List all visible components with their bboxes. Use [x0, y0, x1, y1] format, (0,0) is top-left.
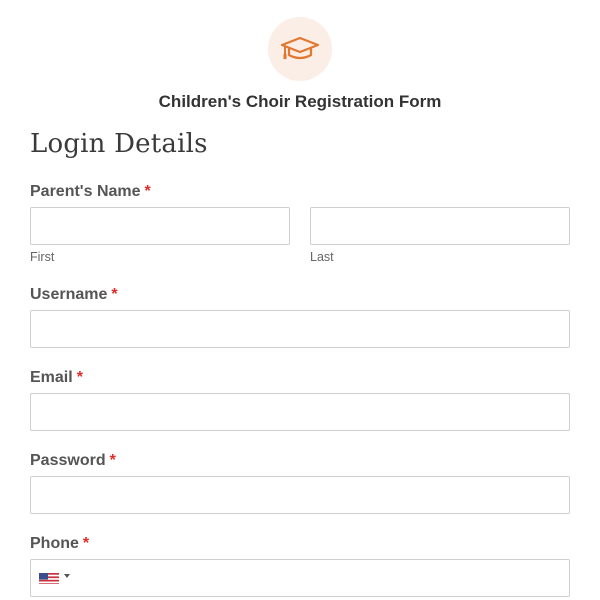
phone-label-text: Phone — [30, 535, 79, 552]
graduation-cap-icon — [280, 36, 320, 60]
parent-name-label-text: Parent's Name — [30, 183, 141, 200]
password-label-text: Password — [30, 452, 106, 469]
required-marker: * — [144, 183, 151, 200]
parent-name-label: Parent's Name * — [30, 183, 151, 201]
required-marker: * — [82, 535, 90, 552]
username-label: Username * — [30, 286, 118, 304]
phone-label: Phone * — [30, 535, 89, 553]
required-marker: * — [109, 452, 116, 469]
password-input[interactable] — [30, 476, 570, 514]
form-title: Children's Choir Registration Form — [158, 92, 442, 111]
us-flag-icon[interactable] — [39, 572, 59, 584]
username-input[interactable] — [30, 310, 570, 348]
required-marker: * — [111, 286, 118, 303]
email-input[interactable] — [30, 393, 570, 431]
country-dropdown-caret-icon[interactable] — [64, 574, 70, 578]
first-name-sublabel: First — [30, 250, 55, 264]
parent-last-name-input[interactable] — [310, 207, 570, 245]
graduation-cap-icon-badge — [268, 17, 332, 81]
phone-input[interactable] — [30, 559, 570, 597]
email-label-text: Email — [30, 369, 73, 386]
parent-first-name-input[interactable] — [30, 207, 290, 245]
last-name-sublabel: Last — [310, 250, 334, 264]
email-label: Email * — [30, 369, 83, 387]
username-label-text: Username — [30, 286, 108, 303]
required-marker: * — [76, 369, 83, 386]
section-heading-login-details: Login Details — [30, 129, 208, 159]
password-label: Password * — [30, 452, 116, 470]
